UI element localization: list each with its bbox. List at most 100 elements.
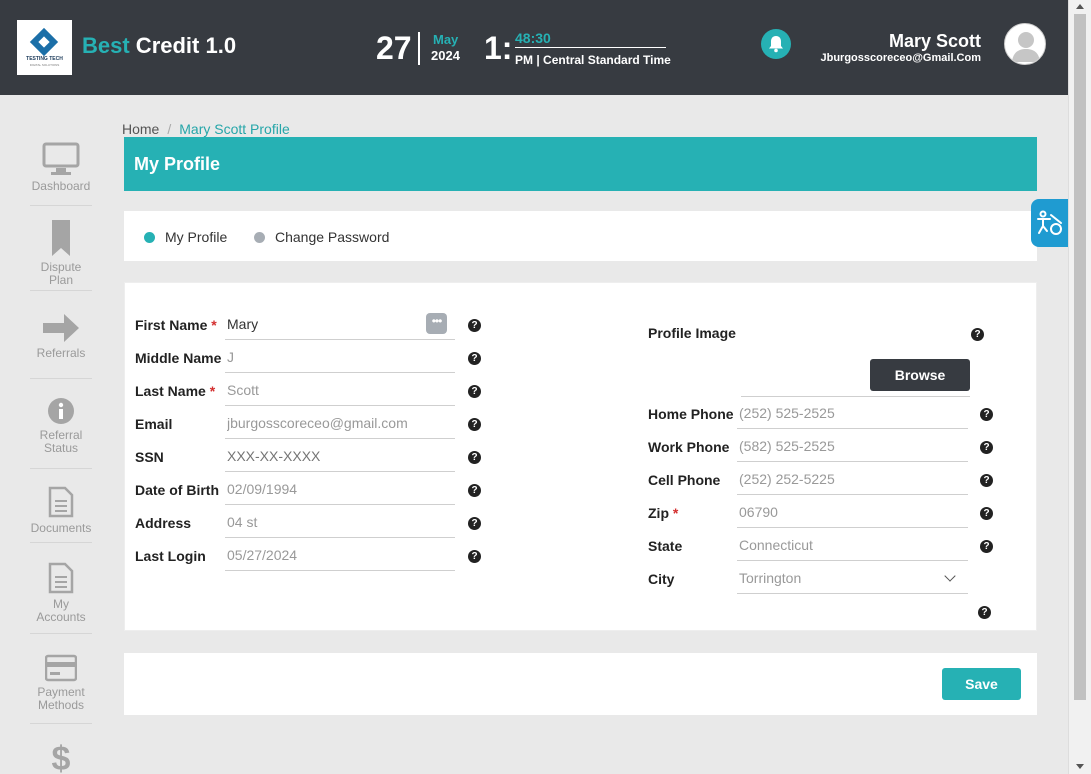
middle-name-label: Middle Name [135, 350, 222, 366]
dob-label: Date of Birth [135, 482, 219, 498]
credit-card-icon [45, 654, 77, 682]
email-help-icon[interactable]: ? [468, 418, 481, 431]
last-name-label-text: Last Name [135, 383, 206, 399]
document-icon [48, 562, 74, 594]
profile-image-help-icon[interactable]: ? [971, 328, 984, 341]
last-name-input[interactable] [225, 374, 455, 406]
company-logo[interactable]: TESTING TECH DIGITAL SOLUTIONS [17, 20, 72, 75]
first-name-help-icon[interactable]: ? [468, 319, 481, 332]
form-actions-panel [124, 653, 1037, 715]
accessibility-tool-icon [1036, 210, 1062, 235]
user-avatar-icon [1012, 32, 1040, 62]
sidebar-label: Referral Status [39, 428, 83, 455]
sidebar-label: Payment Methods [37, 685, 85, 712]
last-name-help-icon[interactable]: ? [468, 385, 481, 398]
address-label: Address [135, 515, 192, 531]
browse-button[interactable]: Browse [870, 359, 970, 391]
monitor-icon [42, 142, 80, 175]
autofill-dots-icon[interactable]: ••• [426, 313, 447, 334]
zip-label: Zip * [648, 505, 678, 521]
ssn-input[interactable] [225, 440, 455, 472]
address-help-icon[interactable]: ? [468, 517, 481, 530]
app-title-accent: Best [82, 33, 130, 58]
sidebar-item-payments[interactable]: $ [30, 740, 92, 774]
breadcrumb: Home / Mary Scott Profile [122, 121, 290, 137]
document-icon [48, 486, 74, 518]
middle-name-input[interactable] [225, 341, 455, 373]
info-icon [48, 398, 74, 424]
work-phone-input[interactable] [737, 430, 968, 462]
state-input[interactable] [737, 529, 968, 561]
sidebar-item-dispute-plan[interactable]: Dispute Plan [30, 219, 92, 291]
required-asterisk: * [209, 383, 216, 399]
bookmark-icon [52, 220, 70, 256]
accessibility-floating-button[interactable] [1031, 199, 1068, 247]
state-label: State [648, 538, 683, 554]
cell-phone-input[interactable] [737, 463, 968, 495]
middle-name-help-icon[interactable]: ? [468, 352, 481, 365]
time-hour: 1: [484, 30, 513, 66]
dollar-icon: $ [52, 740, 71, 774]
scroll-down-arrow-icon[interactable] [1076, 764, 1084, 769]
sidebar-item-documents[interactable]: Documents [30, 486, 92, 543]
email-field[interactable] [225, 407, 455, 439]
home-phone-input[interactable] [737, 397, 968, 429]
logo-subtext: DIGITAL SOLUTIONS [29, 63, 60, 67]
date-day: 27 [376, 30, 412, 66]
city-select[interactable] [737, 562, 968, 594]
state-help-icon[interactable]: ? [980, 540, 993, 553]
scroll-thumb[interactable] [1074, 14, 1086, 700]
tab-label: Change Password [275, 229, 390, 245]
page-scrollbar[interactable] [1068, 0, 1091, 774]
profile-image-label: Profile Image [648, 325, 736, 341]
ssn-help-icon[interactable]: ? [468, 451, 481, 464]
tab-inactive-dot-icon [254, 231, 265, 243]
bell-icon [769, 36, 783, 53]
date-divider [418, 32, 420, 65]
tab-active-dot-icon [144, 231, 155, 243]
first-name-label: First Name * [135, 317, 217, 333]
user-name: Mary Scott [888, 31, 981, 51]
dob-help-icon[interactable]: ? [468, 484, 481, 497]
time-minutes: 48:30 [515, 30, 551, 46]
save-button[interactable]: Save [942, 668, 1021, 700]
tab-label: My Profile [165, 229, 228, 245]
breadcrumb-home[interactable]: Home [122, 121, 159, 137]
tab-my-profile[interactable]: My Profile [144, 229, 227, 245]
sidebar-item-payment-methods[interactable]: Payment Methods [30, 654, 92, 724]
page-title-bar: My Profile [124, 137, 1037, 191]
first-name-label-text: First Name [135, 317, 208, 333]
sidebar-item-dashboard[interactable]: Dashboard [30, 142, 92, 206]
work-phone-help-icon[interactable]: ? [980, 441, 993, 454]
notification-button[interactable] [761, 29, 791, 59]
cell-phone-help-icon[interactable]: ? [980, 474, 993, 487]
sidebar-label: Dispute Plan [40, 260, 82, 287]
city-help-icon[interactable]: ? [978, 606, 991, 619]
page-title: My Profile [134, 154, 221, 174]
zip-help-icon[interactable]: ? [980, 507, 993, 520]
cell-phone-label: Cell Phone [648, 472, 721, 488]
first-name-input[interactable] [225, 308, 455, 340]
sidebar-item-referrals[interactable]: Referrals [30, 313, 92, 379]
sidebar-item-referral-status[interactable]: Referral Status [30, 397, 92, 469]
tab-change-password[interactable]: Change Password [254, 229, 389, 245]
sidebar-item-my-accounts[interactable]: My Accounts [30, 562, 92, 634]
avatar[interactable] [1004, 23, 1046, 65]
app-header: TESTING TECH DIGITAL SOLUTIONS Best Cred… [0, 0, 1068, 95]
last-login-help-icon[interactable]: ? [468, 550, 481, 563]
home-phone-help-icon[interactable]: ? [980, 408, 993, 421]
breadcrumb-current: Mary Scott Profile [179, 121, 290, 137]
dob-input[interactable] [225, 473, 455, 505]
app-title: Best Credit 1.0 [82, 33, 236, 59]
app-title-rest: Credit 1.0 [129, 33, 237, 58]
last-login-input[interactable] [225, 539, 455, 571]
work-phone-label: Work Phone [648, 439, 730, 455]
sidebar-label: Dashboard [31, 179, 91, 193]
scroll-up-arrow-icon[interactable] [1076, 4, 1084, 9]
home-phone-label: Home Phone [648, 406, 734, 422]
address-input[interactable] [225, 506, 455, 538]
user-email: Jburgosscoreceo@Gmail.Com [820, 52, 982, 64]
zip-input[interactable] [737, 496, 968, 528]
last-login-label: Last Login [135, 548, 206, 564]
required-asterisk: * [211, 317, 217, 333]
